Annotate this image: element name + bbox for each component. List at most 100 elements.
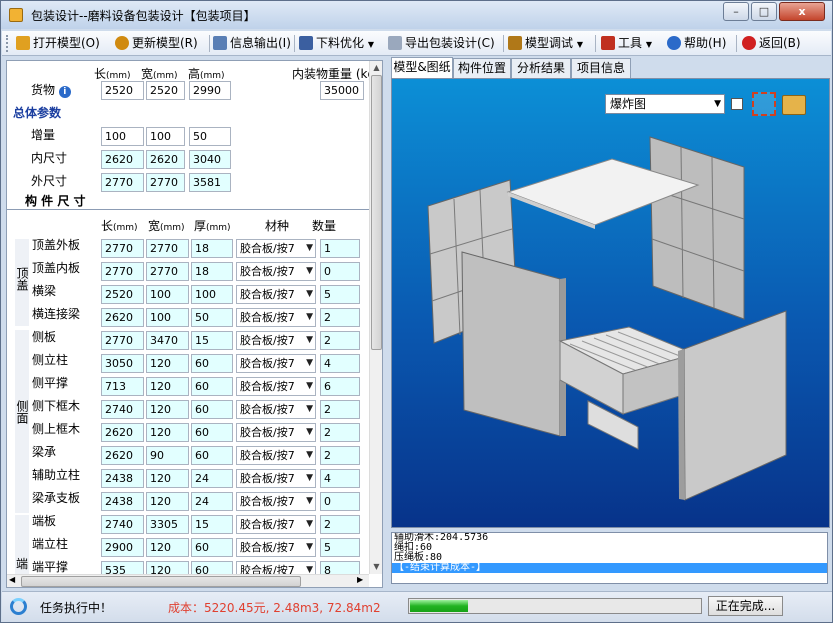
component-material-select[interactable]: 胶合板/按7 ▼ [236,239,316,258]
open-model-button[interactable]: 打开模型(O) [16,34,100,53]
info-icon[interactable]: i [58,86,71,98]
component-qty-input[interactable]: 2 [320,446,360,465]
component-width-input[interactable]: 2770 [146,239,189,258]
component-length-input[interactable]: 2770 [101,331,144,350]
cargo-width-input[interactable]: 2520 [146,81,185,100]
outer-height-input[interactable]: 3581 [189,173,231,192]
return-button[interactable]: 返回(B) [742,34,801,53]
component-material-select[interactable]: 胶合板/按7 ▼ [236,400,316,419]
component-material-select[interactable]: 胶合板/按7 ▼ [236,308,316,327]
component-material-select[interactable]: 胶合板/按7 ▼ [236,423,316,442]
component-length-input[interactable]: 3050 [101,354,144,373]
component-length-input[interactable]: 2740 [101,400,144,419]
component-qty-input[interactable]: 5 [320,538,360,557]
component-thickness-input[interactable]: 50 [191,308,233,327]
component-qty-input[interactable]: 2 [320,400,360,419]
component-width-input[interactable]: 120 [146,354,189,373]
component-qty-input[interactable]: 2 [320,515,360,534]
component-material-select[interactable]: 胶合板/按7 ▼ [236,262,316,281]
component-thickness-input[interactable]: 60 [191,354,233,373]
component-length-input[interactable]: 2438 [101,469,144,488]
component-width-input[interactable]: 120 [146,400,189,419]
inner-width-input[interactable]: 2620 [146,150,185,169]
component-width-input[interactable]: 100 [146,308,189,327]
component-length-input[interactable]: 2770 [101,239,144,258]
component-length-input[interactable]: 2620 [101,423,144,442]
inner-length-input[interactable]: 2620 [101,150,144,169]
increment-height-input[interactable]: 50 [189,127,231,146]
export-design-button[interactable]: 导出包装设计(C) [388,34,495,53]
component-thickness-input[interactable]: 60 [191,446,233,465]
component-thickness-input[interactable]: 15 [191,515,233,534]
close-button[interactable]: x [779,2,825,21]
minimize-button[interactable]: – [723,2,749,21]
tab-model-drawing[interactable]: 模型&图纸 [391,57,453,78]
component-qty-input[interactable]: 0 [320,262,360,281]
component-qty-input[interactable]: 4 [320,469,360,488]
tools-button[interactable]: 工具 ▼ [601,34,652,53]
component-material-select[interactable]: 胶合板/按7 ▼ [236,377,316,396]
component-thickness-input[interactable]: 18 [191,239,233,258]
component-qty-input[interactable]: 5 [320,285,360,304]
completing-button[interactable]: 正在完成... [708,596,783,616]
maximize-button[interactable]: □ [751,2,777,21]
component-length-input[interactable]: 713 [101,377,144,396]
component-length-input[interactable]: 2438 [101,492,144,511]
component-material-select[interactable]: 胶合板/按7 ▼ [236,354,316,373]
cargo-weight-input[interactable]: 35000 [320,81,364,100]
tab-component-position[interactable]: 构件位置 [453,58,511,78]
component-width-input[interactable]: 120 [146,423,189,442]
update-model-button[interactable]: 更新模型(R) [115,34,198,53]
info-output-button[interactable]: 信息输出(I) [213,34,291,53]
component-length-input[interactable]: 2770 [101,262,144,281]
component-width-input[interactable]: 120 [146,492,189,511]
inner-height-input[interactable]: 3040 [189,150,231,169]
component-material-select[interactable]: 胶合板/按7 ▼ [236,285,316,304]
toolbar-grip[interactable] [6,35,9,52]
h-scrollbar-thumb[interactable] [21,576,301,587]
cut-optimize-button[interactable]: 下料优化 ▼ [299,34,374,53]
component-material-select[interactable]: 胶合板/按7 ▼ [236,331,316,350]
component-qty-input[interactable]: 2 [320,331,360,350]
component-qty-input[interactable]: 2 [320,423,360,442]
component-thickness-input[interactable]: 18 [191,262,233,281]
outer-width-input[interactable]: 2770 [146,173,185,192]
component-thickness-input[interactable]: 60 [191,377,233,396]
vertical-scrollbar[interactable]: ▲ ▼ [369,61,382,574]
component-material-select[interactable]: 胶合板/按7 ▼ [236,515,316,534]
component-width-input[interactable]: 2770 [146,262,189,281]
outer-length-input[interactable]: 2770 [101,173,144,192]
component-length-input[interactable]: 2740 [101,515,144,534]
component-qty-input[interactable]: 6 [320,377,360,396]
component-qty-input[interactable]: 2 [320,308,360,327]
component-thickness-input[interactable]: 100 [191,285,233,304]
component-thickness-input[interactable]: 24 [191,492,233,511]
component-width-input[interactable]: 3305 [146,515,189,534]
component-qty-input[interactable]: 4 [320,354,360,373]
component-qty-input[interactable]: 1 [320,239,360,258]
cargo-height-input[interactable]: 2990 [189,81,231,100]
component-length-input[interactable]: 2620 [101,308,144,327]
tab-analysis-results[interactable]: 分析结果 [511,58,571,78]
model-viewport[interactable]: 爆炸图 ▼ [391,78,830,528]
increment-length-input[interactable]: 100 [101,127,144,146]
increment-width-input[interactable]: 100 [146,127,185,146]
component-thickness-input[interactable]: 60 [191,538,233,557]
component-width-input[interactable]: 3470 [146,331,189,350]
help-button[interactable]: 帮助(H) [667,34,726,53]
component-material-select[interactable]: 胶合板/按7 ▼ [236,538,316,557]
component-thickness-input[interactable]: 15 [191,331,233,350]
component-material-select[interactable]: 胶合板/按7 ▼ [236,469,316,488]
component-length-input[interactable]: 2520 [101,285,144,304]
horizontal-scrollbar[interactable]: ◀ ▶ [7,574,369,587]
component-material-select[interactable]: 胶合板/按7 ▼ [236,492,316,511]
component-width-input[interactable]: 120 [146,469,189,488]
component-thickness-input[interactable]: 60 [191,400,233,419]
component-width-input[interactable]: 120 [146,538,189,557]
scrollbar-thumb[interactable] [371,75,382,350]
component-qty-input[interactable]: 0 [320,492,360,511]
component-material-select[interactable]: 胶合板/按7 ▼ [236,446,316,465]
component-length-input[interactable]: 2900 [101,538,144,557]
component-width-input[interactable]: 120 [146,377,189,396]
component-width-input[interactable]: 90 [146,446,189,465]
